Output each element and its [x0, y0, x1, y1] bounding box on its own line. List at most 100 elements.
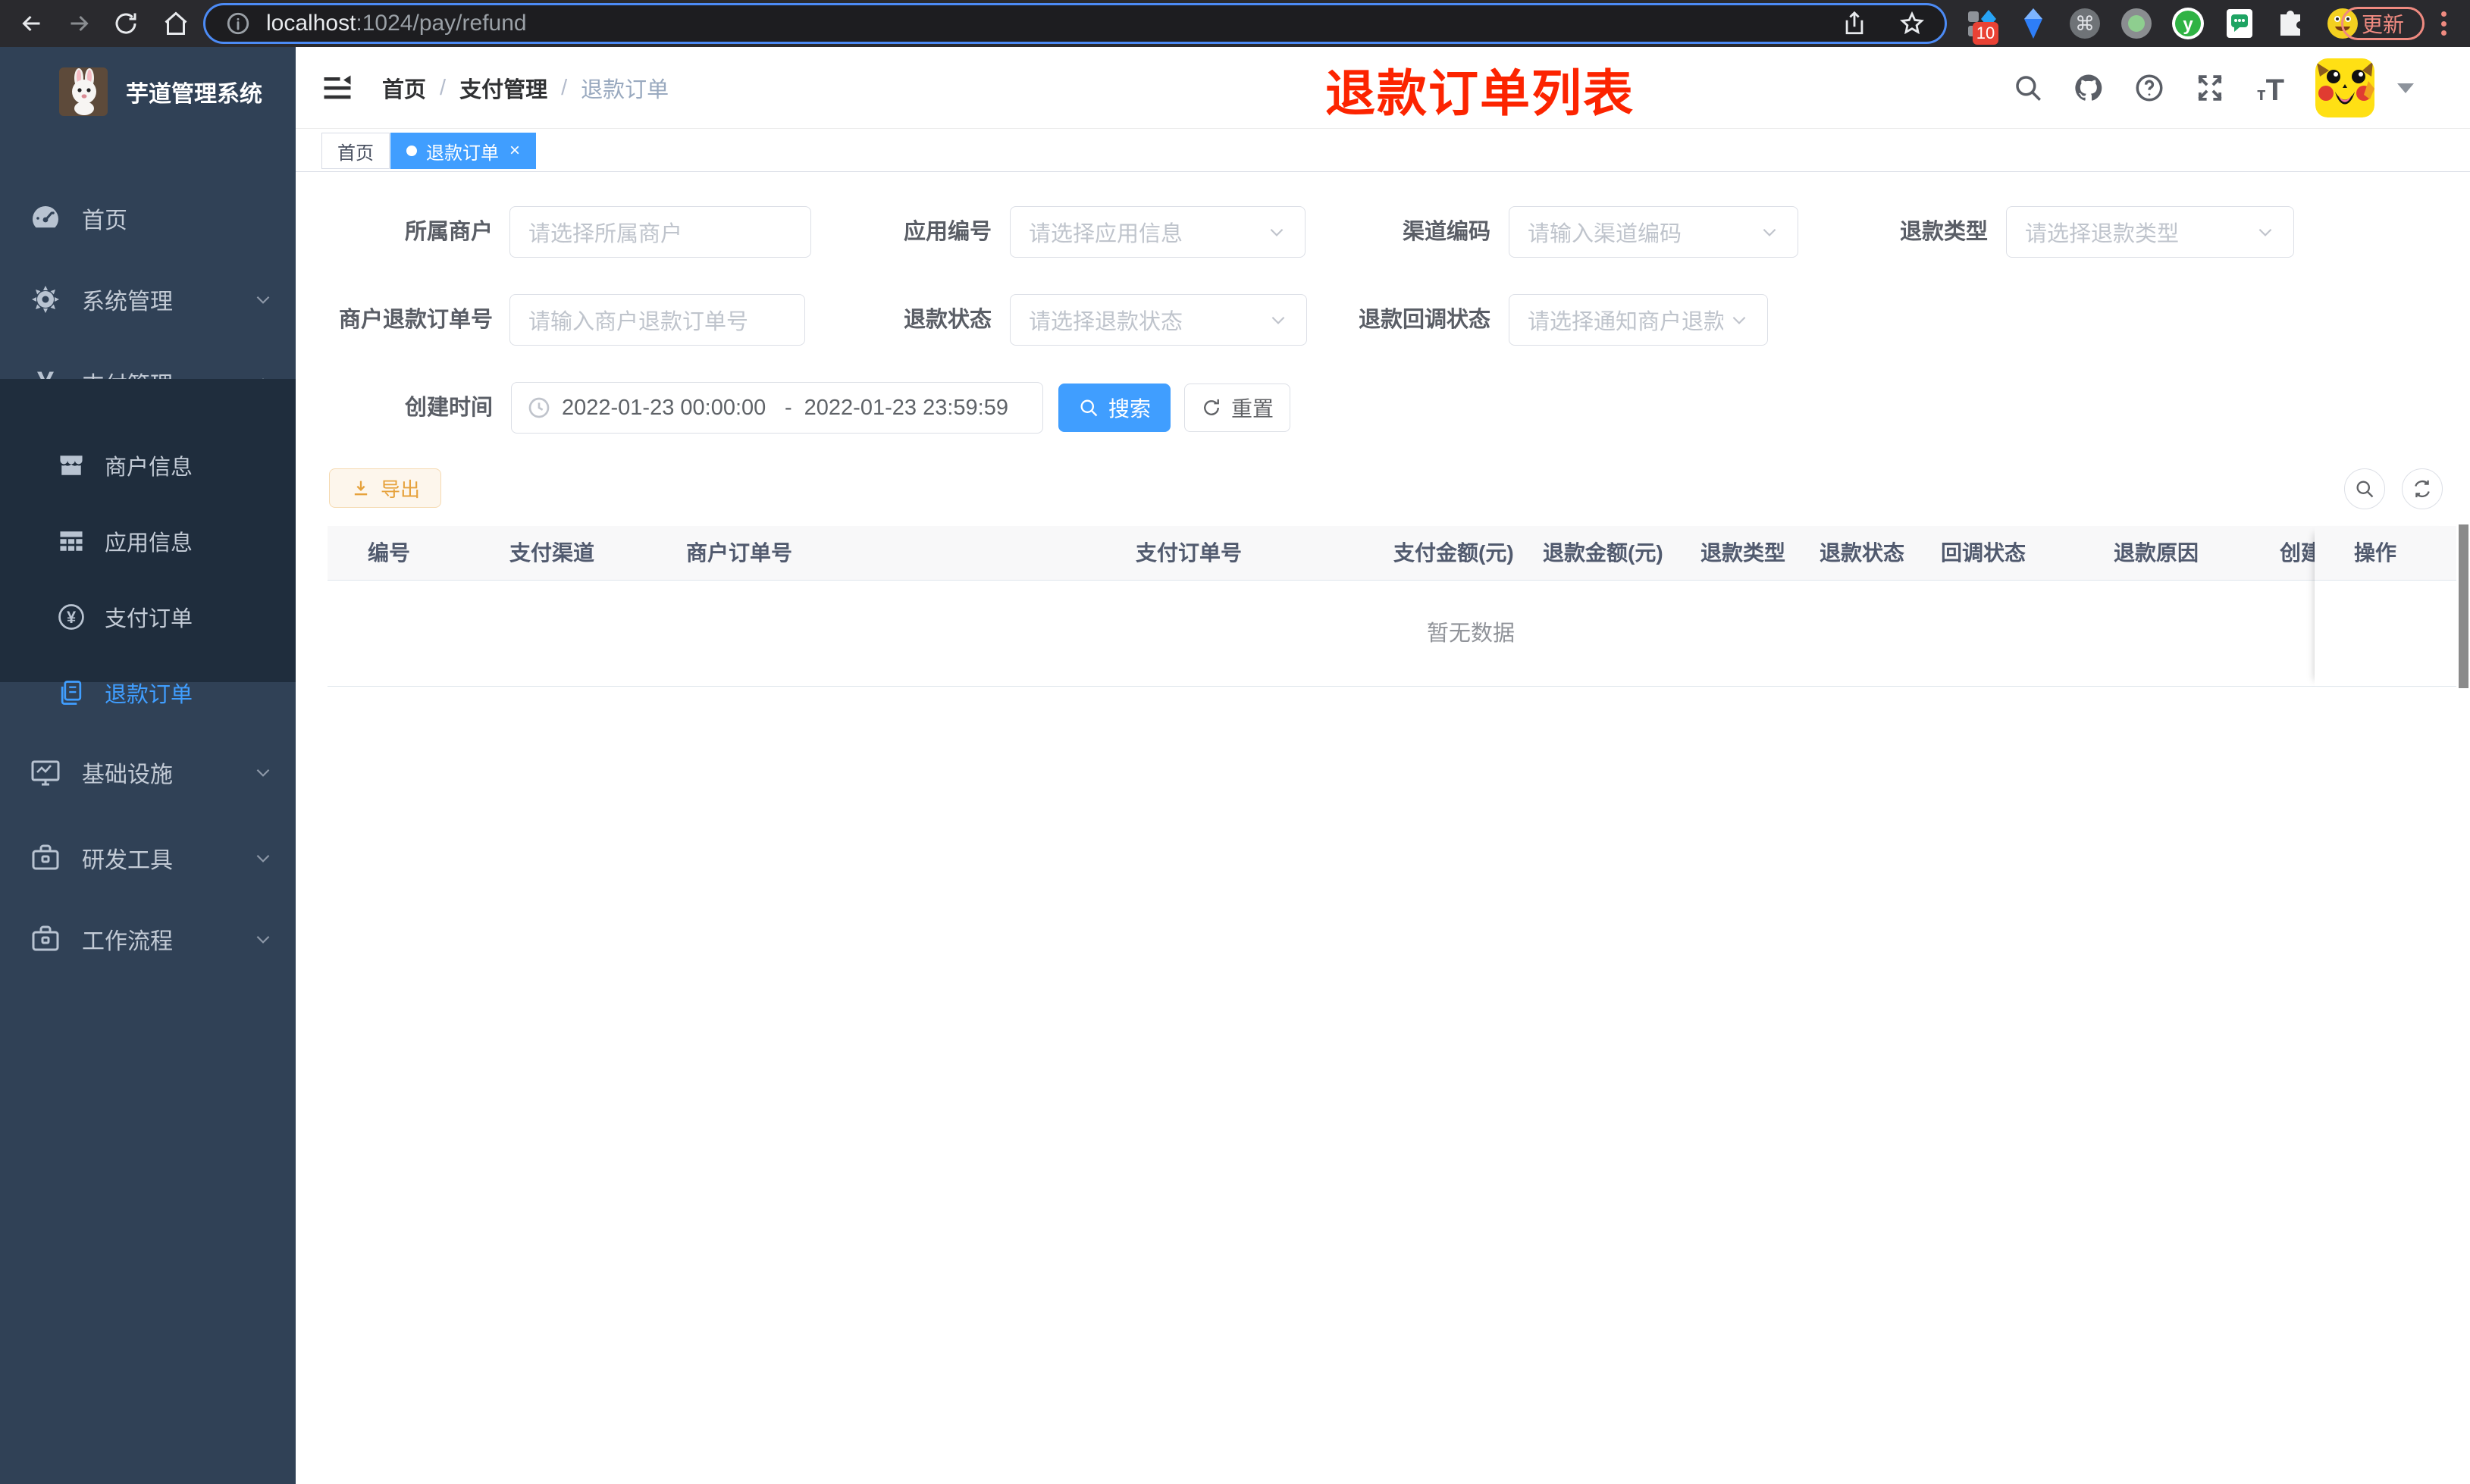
- top-navbar: 首页 / 支付管理 / 退款订单 退款订单列表 тT: [296, 47, 2470, 129]
- sidebar-item-label: 研发工具: [82, 848, 173, 873]
- fullscreen-icon[interactable]: [2194, 72, 2226, 104]
- refresh-table-button[interactable]: [2402, 468, 2443, 509]
- avatar-dropdown-caret-icon[interactable]: [2397, 83, 2414, 93]
- ext-y-icon[interactable]: y: [2171, 7, 2205, 40]
- sidebar-item-workflow[interactable]: 工作流程: [0, 918, 296, 960]
- col-create-time: 创建时间: [2280, 541, 2315, 565]
- home-icon[interactable]: [162, 10, 190, 37]
- tab-home[interactable]: 首页: [321, 133, 390, 169]
- help-icon[interactable]: [2133, 72, 2165, 104]
- ext-gem-icon[interactable]: [2017, 7, 2050, 40]
- search-icon: [1080, 399, 1098, 417]
- navbar-actions: тT: [2012, 47, 2414, 129]
- empty-text: 暂无数据: [1427, 621, 1516, 646]
- ext-chat-icon[interactable]: [2223, 7, 2256, 40]
- reset-button-label: 重置: [1230, 397, 1274, 421]
- breadcrumb-current: 退款订单: [581, 78, 669, 102]
- tab-close-icon[interactable]: ×: [509, 142, 520, 160]
- table-fixed-right-column: 操作: [2315, 526, 2456, 687]
- search-icon[interactable]: [2012, 72, 2044, 104]
- share-icon[interactable]: [1842, 11, 1867, 36]
- gear-icon: [29, 283, 62, 316]
- sidebar-submenu-pay: 商户信息 应用信息 ¥ 支付订单 退款订单: [0, 379, 296, 707]
- font-size-icon[interactable]: тT: [2255, 72, 2287, 105]
- sidebar-item-label: 工作流程: [82, 929, 173, 954]
- filter-input-merchant[interactable]: 请选择所属商户: [509, 206, 811, 258]
- col-pay-channel: 支付渠道: [509, 541, 595, 565]
- page-title-annotation: 退款订单列表: [1325, 65, 1635, 121]
- col-pay-order-no: 支付订单号: [1136, 541, 1243, 565]
- tab-refund-order[interactable]: 退款订单 ×: [390, 133, 537, 169]
- select-arrow-icon: [1729, 310, 1749, 330]
- export-button-label: 导出: [380, 477, 420, 501]
- col-refund-type: 退款类型: [1700, 541, 1786, 565]
- sidebar-item-home[interactable]: 首页: [0, 197, 296, 240]
- filter-label-merchant-refund-no: 商户退款订单号: [338, 308, 493, 332]
- reset-button[interactable]: 重置: [1184, 384, 1290, 432]
- filter-select-refund-type[interactable]: 请选择退款类型: [2006, 206, 2294, 258]
- placeholder: 请选择退款状态: [1029, 310, 1183, 334]
- fixed-column-body: [2315, 581, 2456, 687]
- grid-icon: [56, 526, 86, 556]
- pay-circle-icon: ¥: [56, 602, 86, 632]
- url-bar[interactable]: localhost:1024/pay/refund: [203, 3, 1947, 44]
- table-header-row: 编号 支付渠道 商户订单号 支付订单号 支付金额(元) 退款金额(元) 退款类型…: [328, 526, 2456, 581]
- filter-select-channel[interactable]: 请输入渠道编码: [1509, 206, 1798, 258]
- placeholder: 请选择退款类型: [2025, 222, 2180, 246]
- user-avatar[interactable]: [2315, 58, 2374, 117]
- reload-icon[interactable]: [112, 10, 139, 37]
- breadcrumb-home[interactable]: 首页: [382, 72, 426, 104]
- filter-label-create-time: 创建时间: [404, 396, 493, 420]
- sidebar-item-dev-tools[interactable]: 研发工具: [0, 837, 296, 879]
- sidebar-item-label: 系统管理: [82, 290, 173, 315]
- filter-input-merchant-refund-no[interactable]: 请输入商户退款订单号: [509, 294, 805, 346]
- date-start-value[interactable]: 2022-01-23 00:00:00: [562, 396, 773, 421]
- sidebar-item-infra[interactable]: 基础设施: [0, 751, 296, 794]
- collapse-sidebar-icon[interactable]: [321, 72, 353, 104]
- sidebar-item-merchant-info[interactable]: 商户信息: [0, 444, 296, 487]
- browser-update-button[interactable]: 更新: [2341, 7, 2425, 40]
- sidebar-item-label: 应用信息: [105, 531, 193, 556]
- extensions-row: 10 ⌘ y: [1965, 6, 2359, 45]
- placeholder: 请输入渠道编码: [1528, 222, 1682, 246]
- app-logo-row[interactable]: 芋道管理系统: [0, 67, 296, 117]
- filter-select-callback-status[interactable]: 请选择通知商户退款结果: [1509, 294, 1768, 346]
- placeholder: 请选择所属商户: [528, 222, 683, 246]
- update-label: 更新: [2361, 13, 2404, 36]
- sidebar-item-pay-order[interactable]: ¥ 支付订单: [0, 596, 296, 638]
- sidebar-item-label: 退款订单: [105, 683, 193, 707]
- forward-icon[interactable]: [65, 10, 92, 37]
- ext-green-dot-icon[interactable]: [2120, 7, 2153, 40]
- bookmark-star-icon[interactable]: [1899, 11, 1925, 36]
- filter-label-callback-status: 退款回调状态: [1358, 308, 1490, 332]
- filter-label-refund-status: 退款状态: [903, 308, 992, 332]
- sidebar-item-refund-order[interactable]: 退款订单: [0, 672, 296, 714]
- site-info-icon[interactable]: [225, 11, 251, 36]
- date-range-picker[interactable]: 2022-01-23 00:00:00 - 2022-01-23 23:59:5…: [511, 382, 1043, 434]
- ext-tag-icon[interactable]: 10: [1965, 7, 1998, 45]
- col-merchant-order-no: 商户订单号: [686, 541, 793, 565]
- sidebar-item-label: 支付订单: [105, 607, 193, 631]
- export-button[interactable]: 导出: [329, 468, 441, 508]
- placeholder: 请输入商户退款订单号: [528, 310, 749, 334]
- breadcrumb-pay[interactable]: 支付管理: [459, 72, 547, 104]
- filter-select-app[interactable]: 请选择应用信息: [1010, 206, 1306, 258]
- show-search-toggle-button[interactable]: [2344, 468, 2385, 509]
- monitor-icon: [29, 756, 62, 789]
- ext-puzzle-icon[interactable]: [2274, 7, 2308, 40]
- svg-text:¥: ¥: [67, 608, 77, 627]
- breadcrumb: 首页 / 支付管理 / 退款订单: [382, 47, 669, 129]
- chevron-down-icon: [253, 762, 273, 782]
- vertical-scrollbar-thumb[interactable]: [2459, 524, 2468, 688]
- back-icon[interactable]: [18, 10, 45, 37]
- github-icon[interactable]: [2073, 72, 2105, 104]
- search-button[interactable]: 搜索: [1058, 384, 1171, 432]
- search-icon: [2356, 481, 2374, 498]
- date-end-value[interactable]: 2022-01-23 23:59:59: [804, 396, 1015, 421]
- col-callback-status: 回调状态: [1941, 541, 2026, 565]
- ext-command-icon[interactable]: ⌘: [2068, 7, 2102, 40]
- sidebar-item-label: 基础设施: [82, 762, 173, 787]
- browser-menu-icon[interactable]: [2440, 8, 2447, 39]
- app-title: 芋道管理系统: [126, 82, 262, 107]
- sidebar-item-app-info[interactable]: 应用信息: [0, 520, 296, 562]
